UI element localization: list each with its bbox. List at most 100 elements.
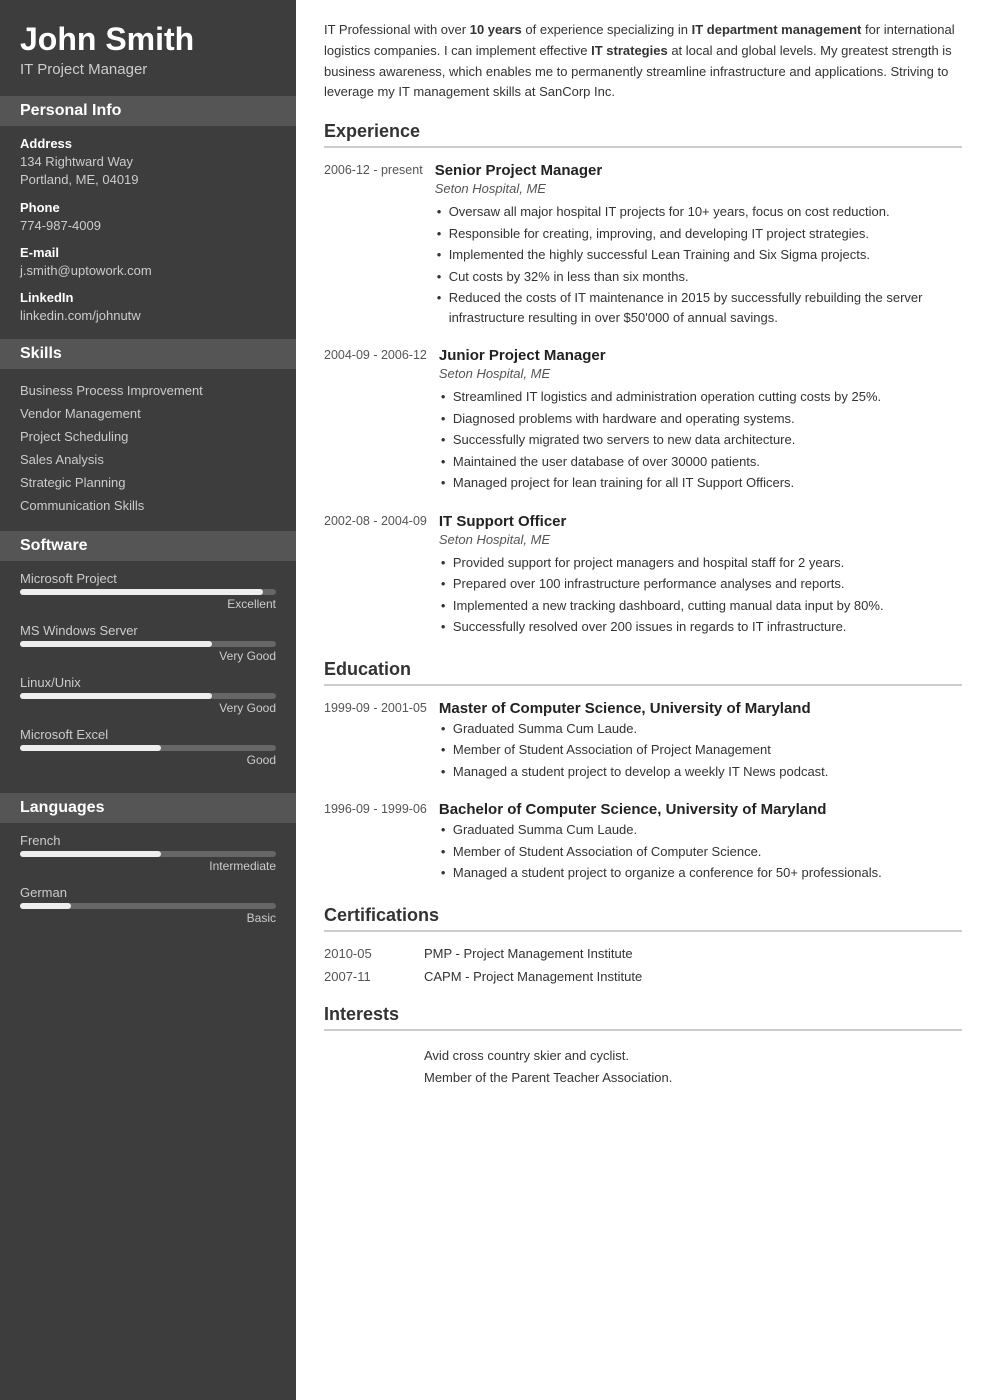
bullet-item: Managed a student project to develop a w… [439,762,962,782]
bar-fill [20,589,263,595]
skills-list: Business Process Improvement Vendor Mana… [0,379,296,517]
bullet-item: Implemented the highly successful Lean T… [435,245,962,265]
bullet-item: Diagnosed problems with hardware and ope… [439,409,962,429]
languages-list: French Intermediate German Basic [0,833,296,925]
bar-fill [20,903,71,909]
bullet-item: Graduated Summa Cum Laude. [439,820,962,840]
education-title: Education [324,659,962,686]
entry-body: IT Support Officer Seton Hospital, ME Pr… [439,513,962,639]
sidebar: John Smith IT Project Manager Personal I… [0,0,296,1400]
entry-company: Seton Hospital, ME [439,532,962,547]
bar-container [20,903,276,909]
bullet-item: Graduated Summa Cum Laude. [439,719,962,739]
certifications-title: Certifications [324,905,962,932]
entry-body: Master of Computer Science, University o… [439,700,962,784]
bar-container [20,589,276,595]
interest-item-0: Avid cross country skier and cyclist. [324,1045,962,1067]
bar-fill [20,693,212,699]
bar-label: Intermediate [20,859,276,873]
software-item-2: Linux/Unix Very Good [20,675,276,715]
skill-item: Communication Skills [20,494,276,517]
experience-entry-0: 2006-12 - present Senior Project Manager… [324,162,962,329]
cert-date: 2010-05 [324,946,424,961]
cert-row-1: 2007-11 CAPM - Project Management Instit… [324,969,962,984]
bar-container [20,851,276,857]
language-item-1: German Basic [20,885,276,925]
bar-container [20,745,276,751]
address-label: Address [20,136,276,151]
summary-section: IT Professional with over 10 years of ex… [324,20,962,103]
software-name: Linux/Unix [20,675,276,690]
entry-date: 2004-09 - 2006-12 [324,347,439,495]
experience-section: Experience 2006-12 - present Senior Proj… [324,121,962,639]
languages-section: Languages French Intermediate German Bas… [0,793,296,951]
experience-title: Experience [324,121,962,148]
software-item-1: MS Windows Server Very Good [20,623,276,663]
entry-bullets: Graduated Summa Cum Laude. Member of Stu… [439,820,962,883]
software-title: Software [0,531,296,561]
bullet-item: Implemented a new tracking dashboard, cu… [439,596,962,616]
entry-job-title: Senior Project Manager [435,162,962,179]
software-name: Microsoft Excel [20,727,276,742]
lang-name: German [20,885,276,900]
software-section: Software Microsoft Project Excellent MS … [0,531,296,793]
entry-job-title: IT Support Officer [439,513,962,530]
entry-degree-title: Bachelor of Computer Science, University… [439,801,962,818]
software-list: Microsoft Project Excellent MS Windows S… [0,571,296,767]
entry-date: 1999-09 - 2001-05 [324,700,439,784]
entry-bullets: Oversaw all major hospital IT projects f… [435,202,962,327]
entry-date: 2002-08 - 2004-09 [324,513,439,639]
experience-entry-1: 2004-09 - 2006-12 Junior Project Manager… [324,347,962,495]
bar-label: Very Good [20,701,276,715]
bullet-item: Managed project for lean training for al… [439,473,962,493]
bar-fill [20,641,212,647]
bar-label: Basic [20,911,276,925]
entry-company: Seton Hospital, ME [439,366,962,381]
bullet-item: Streamlined IT logistics and administrat… [439,387,962,407]
education-entry-0: 1999-09 - 2001-05 Master of Computer Sci… [324,700,962,784]
bar-label: Excellent [20,597,276,611]
bullet-item: Provided support for project managers an… [439,553,962,573]
personal-info-title: Personal Info [0,96,296,126]
job-title: IT Project Manager [20,61,276,78]
personal-info-section: Personal Info Address 134 Rightward Way … [0,96,296,339]
personal-info-content: Address 134 Rightward Way Portland, ME, … [0,136,296,325]
skill-item: Sales Analysis [20,448,276,471]
bullet-item: Oversaw all major hospital IT projects f… [435,202,962,222]
entry-body: Junior Project Manager Seton Hospital, M… [439,347,962,495]
phone-value: 774-987-4009 [20,217,276,235]
phone-label: Phone [20,200,276,215]
candidate-name: John Smith [20,22,276,57]
bullet-item: Managed a student project to organize a … [439,863,962,883]
entry-bullets: Graduated Summa Cum Laude. Member of Stu… [439,719,962,782]
skill-item: Business Process Improvement [20,379,276,402]
email-value: j.smith@uptowork.com [20,262,276,280]
entry-date: 2006-12 - present [324,162,435,329]
software-name: Microsoft Project [20,571,276,586]
entry-date: 1996-09 - 1999-06 [324,801,439,885]
bar-label: Very Good [20,649,276,663]
bullet-item: Reduced the costs of IT maintenance in 2… [435,288,962,327]
software-item-3: Microsoft Excel Good [20,727,276,767]
interests-section: Interests Avid cross country skier and c… [324,1004,962,1089]
address-line1: 134 Rightward Way [20,153,276,171]
entry-bullets: Provided support for project managers an… [439,553,962,637]
entry-bullets: Streamlined IT logistics and administrat… [439,387,962,493]
education-section: Education 1999-09 - 2001-05 Master of Co… [324,659,962,885]
skill-item: Strategic Planning [20,471,276,494]
bar-fill [20,851,161,857]
entry-degree-title: Master of Computer Science, University o… [439,700,962,717]
interests-title: Interests [324,1004,962,1031]
cert-value: PMP - Project Management Institute [424,946,633,961]
bar-fill [20,745,161,751]
linkedin-label: LinkedIn [20,290,276,305]
main-content: IT Professional with over 10 years of ex… [296,0,990,1400]
entry-body: Bachelor of Computer Science, University… [439,801,962,885]
bullet-item: Maintained the user database of over 300… [439,452,962,472]
languages-title: Languages [0,793,296,823]
bullet-item: Successfully migrated two servers to new… [439,430,962,450]
language-item-0: French Intermediate [20,833,276,873]
lang-name: French [20,833,276,848]
skill-item: Project Scheduling [20,425,276,448]
email-label: E-mail [20,245,276,260]
